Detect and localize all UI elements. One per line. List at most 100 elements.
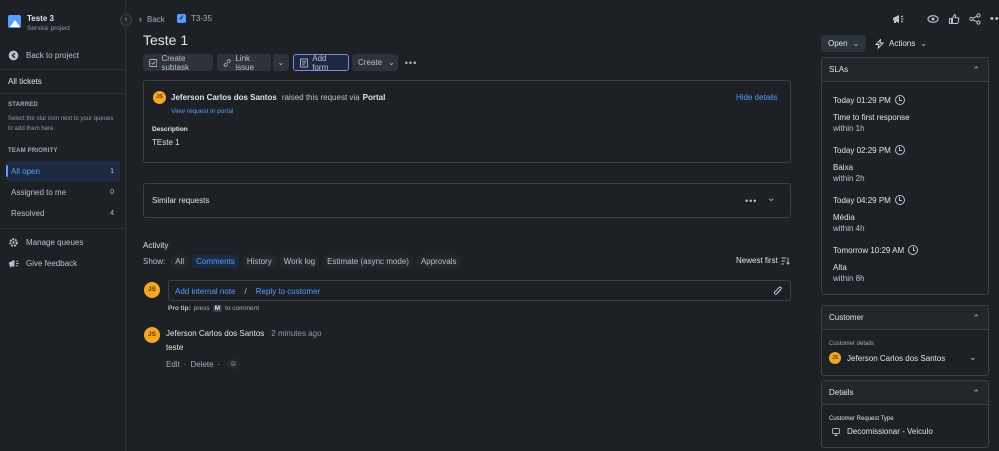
filter-history[interactable]: History: [242, 255, 276, 268]
add-form-button[interactable]: Add form: [293, 53, 349, 72]
link-issue-dropdown-button[interactable]: ⌄: [273, 54, 289, 71]
channel-name: Portal: [362, 93, 386, 102]
project-logo-icon: [8, 15, 21, 28]
thumbs-up-icon[interactable]: [948, 13, 960, 25]
starred-hint: Select the star icon next to your queues…: [8, 116, 114, 132]
more-actions-button[interactable]: •••: [402, 54, 420, 71]
dot-separator: ·: [183, 359, 187, 369]
project-header[interactable]: Teste 3 Service project: [8, 13, 70, 33]
queue-label: Resolved: [11, 208, 45, 218]
slas-header[interactable]: SLAs ⌃: [822, 58, 988, 82]
avatar[interactable]: JS: [144, 282, 160, 298]
comment-author[interactable]: Jeferson Carlos dos Santos: [166, 329, 264, 338]
clock-icon: [894, 95, 905, 105]
customer-row[interactable]: JS Jeferson Carlos dos Santos: [829, 352, 945, 364]
customer-header[interactable]: Customer ⌃: [822, 306, 988, 330]
view-request-in-portal-link[interactable]: View request in portal: [171, 108, 233, 115]
request-type-icon: [832, 427, 840, 436]
issue-key-link[interactable]: ✓ T3-35: [177, 14, 212, 23]
more-icon[interactable]: •••: [745, 196, 757, 206]
sla-name: Média: [833, 213, 855, 222]
filter-all[interactable]: All: [171, 255, 189, 268]
filter-estimate[interactable]: Estimate (async mode): [323, 255, 413, 268]
manage-queues-link[interactable]: Manage queues: [8, 237, 83, 248]
sla-time-text: Today 04:29 PM: [833, 195, 891, 205]
all-tickets-link[interactable]: All tickets: [8, 77, 42, 86]
status-button[interactable]: Open ⌄: [821, 35, 867, 52]
sla-name: Time to first response: [833, 113, 910, 122]
back-link[interactable]: ‹ Back: [139, 14, 165, 24]
raised-line: JS Jeferson Carlos dos Santos raised thi…: [153, 91, 385, 104]
link-icon: [223, 58, 231, 67]
dot-separator: ·: [217, 359, 221, 369]
comment-composer[interactable]: Add internal note / Reply to customer: [168, 280, 791, 301]
chevron-down-icon[interactable]: ⌄: [969, 352, 977, 362]
request-type-row[interactable]: Decomissionar - Veiculo: [832, 427, 933, 436]
delete-comment-button[interactable]: Delete: [190, 360, 213, 369]
edit-comment-button[interactable]: Edit: [166, 360, 180, 369]
hide-details-link[interactable]: Hide details: [736, 93, 778, 102]
filter-work-log[interactable]: Work log: [279, 255, 320, 268]
composer-actions: Add internal note / Reply to customer: [175, 287, 320, 296]
sla-item: Today 02:29 PM Baixa within 2h: [833, 145, 905, 184]
details-panel: Details ⌃ Customer Request Type Decomiss…: [821, 380, 989, 448]
avatar[interactable]: JS: [153, 91, 166, 104]
queue-all-open[interactable]: All open 1: [6, 161, 120, 181]
collapse-sidebar-button[interactable]: ‹: [120, 14, 132, 26]
request-type-label: Customer Request Type: [829, 416, 894, 422]
chevron-down-icon[interactable]: ⌄: [767, 194, 775, 204]
status-label: Open: [828, 39, 848, 48]
back-to-project-link[interactable]: Back to project: [8, 50, 79, 61]
similar-requests-card[interactable]: Similar requests ••• ⌄: [143, 183, 791, 218]
separator: /: [244, 287, 247, 296]
sort-toggle[interactable]: Newest first: [736, 256, 790, 265]
details-header[interactable]: Details ⌃: [822, 381, 988, 405]
add-reaction-icon[interactable]: ☺: [227, 358, 240, 370]
give-feedback-label: Give feedback: [26, 259, 78, 268]
queue-assigned-to-me[interactable]: Assigned to me 0: [6, 182, 120, 202]
chevron-up-icon: ⌃: [972, 64, 980, 75]
manage-queues-label: Manage queues: [26, 238, 84, 247]
chevron-left-icon: ‹: [139, 14, 142, 24]
customer-panel: Customer ⌃ Customer details JS Jeferson …: [821, 305, 989, 376]
description-text[interactable]: TEste 1: [152, 138, 180, 147]
team-priority-heading: TEAM PRIORITY: [8, 148, 58, 154]
eye-icon[interactable]: [927, 13, 939, 25]
sla-time: Tomorrow 10:29 AM: [833, 245, 919, 255]
sort-icon: [781, 257, 790, 265]
more-icon: •••: [404, 57, 418, 68]
more-icon[interactable]: •••: [990, 14, 999, 25]
megaphone-icon[interactable]: [892, 13, 904, 25]
sla-name: Alta: [833, 263, 847, 272]
create-button[interactable]: Create ⌄: [352, 54, 398, 71]
reply-to-customer-link[interactable]: Reply to customer: [256, 287, 320, 296]
paperclip-icon[interactable]: [773, 285, 783, 297]
add-internal-note-link[interactable]: Add internal note: [175, 287, 236, 296]
chevron-up-icon: ⌃: [972, 387, 980, 398]
gear-icon: [9, 238, 18, 247]
link-issue-button[interactable]: Link issue: [217, 54, 271, 72]
sla-time-text: Tomorrow 10:29 AM: [833, 245, 905, 255]
create-subtask-button[interactable]: Create subtask: [143, 54, 213, 72]
sla-time: Today 04:29 PM: [833, 195, 905, 205]
sla-time-text: Today 01:29 PM: [833, 95, 891, 105]
customer-details-label: Customer details: [829, 341, 875, 347]
comment-actions: Edit · Delete · ☺: [166, 358, 240, 370]
share-icon[interactable]: [969, 13, 981, 25]
reporter-name[interactable]: Jeferson Carlos dos Santos: [171, 93, 277, 102]
page-title[interactable]: Teste 1: [143, 32, 188, 48]
give-feedback-link[interactable]: Give feedback: [8, 258, 77, 269]
queue-count: 0: [110, 188, 114, 196]
actions-button[interactable]: Actions ⌄: [868, 35, 934, 52]
filter-comments[interactable]: Comments: [192, 255, 239, 268]
add-form-label: Add form: [312, 53, 329, 72]
divider: [0, 69, 126, 70]
sla-within: within 1h: [833, 124, 865, 133]
avatar: JS: [829, 352, 841, 364]
sla-within: within 2h: [833, 174, 865, 183]
sla-item: Tomorrow 10:29 AM Alta within 8h: [833, 245, 919, 284]
queue-resolved[interactable]: Resolved 4: [6, 203, 120, 223]
sla-name: Baixa: [833, 163, 854, 172]
avatar[interactable]: JS: [144, 327, 160, 343]
filter-approvals[interactable]: Approvals: [416, 255, 461, 268]
